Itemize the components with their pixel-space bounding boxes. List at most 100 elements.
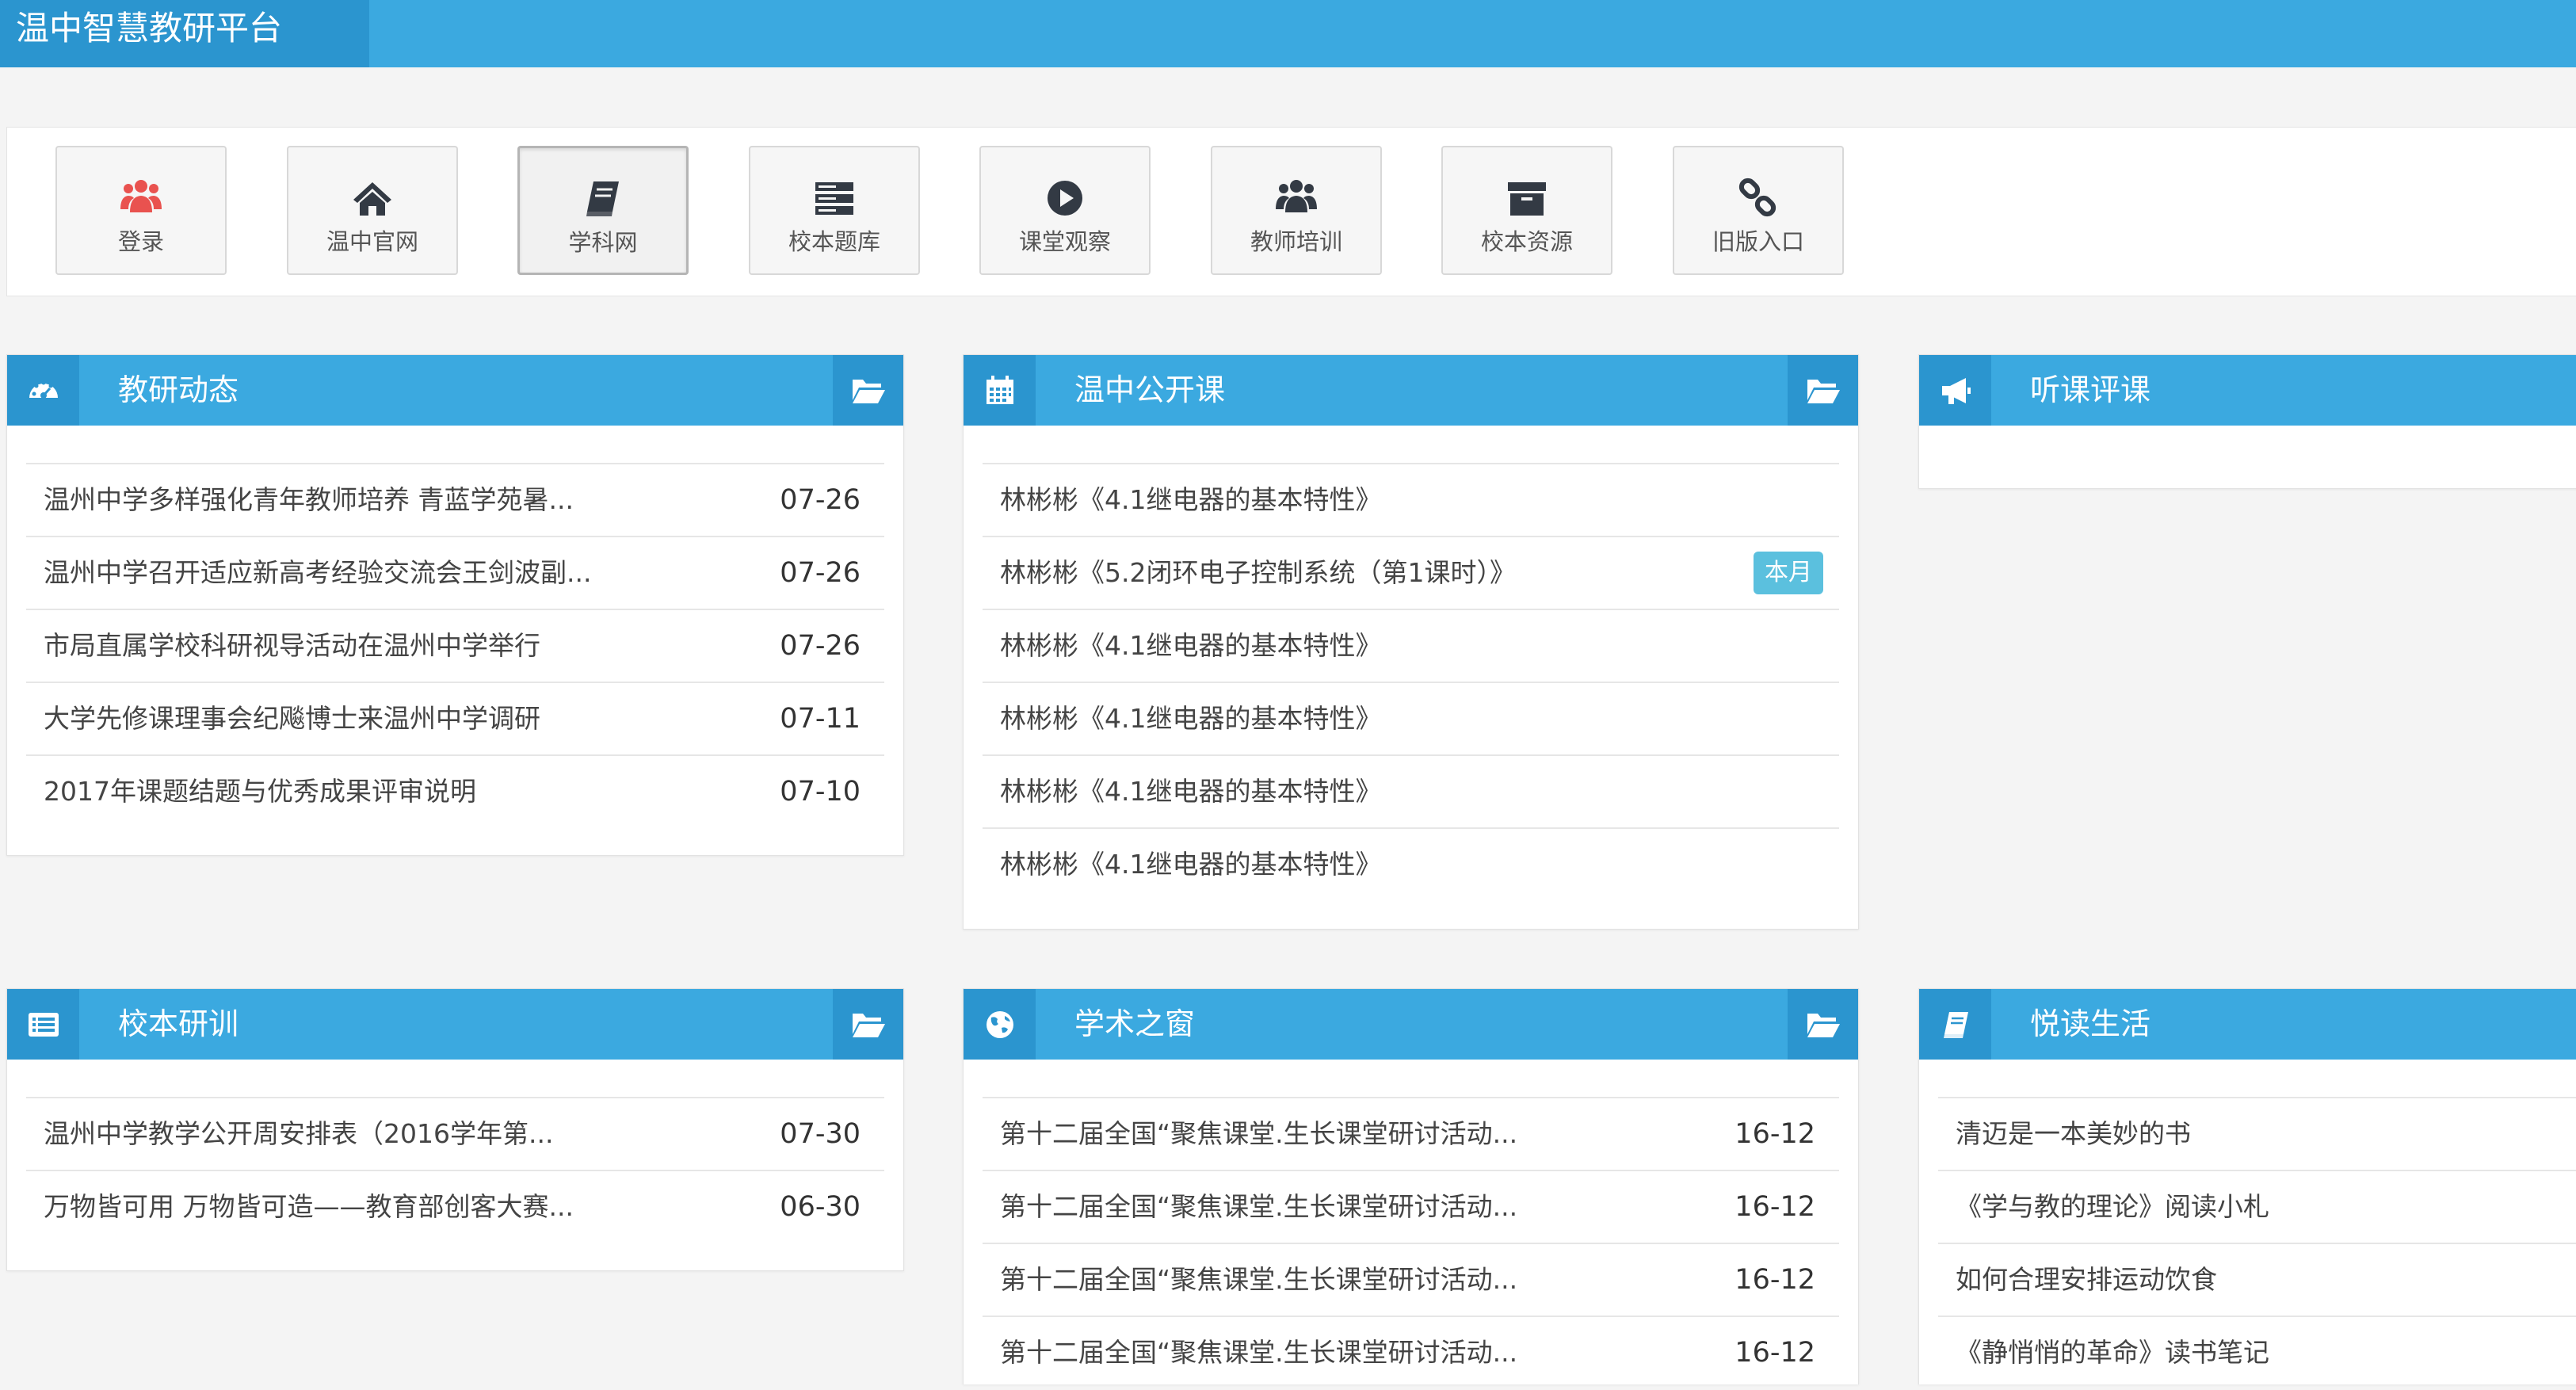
nav-class-observation-button[interactable]: 课堂观察 — [979, 146, 1151, 275]
item-title: 《学与教的理论》阅读小札 — [1956, 1191, 2269, 1222]
panel-title: 悦读生活 — [2030, 1006, 2151, 1041]
academic-list: 第十二届全国“聚焦课堂.生长课堂研讨活动... 16-12 第十二届全国“聚焦课堂… — [983, 1097, 1839, 1390]
nav-label: 旧版入口 — [1712, 228, 1804, 255]
list-item[interactable]: 第十二届全国“聚焦课堂.生长课堂研讨活动... 16-12 — [983, 1317, 1839, 1390]
item-title: 林彬彬《4.1继电器的基本特性》 — [1000, 630, 1382, 661]
panel-header: 教研动态 — [7, 355, 903, 426]
item-title: 温州中学多样强化青年教师培养 青蓝学苑暑... — [44, 484, 574, 515]
panel-header: 悦读生活 — [1919, 989, 2576, 1060]
folder-open-icon[interactable] — [1788, 989, 1858, 1060]
nav-home-button[interactable]: 温中官网 — [287, 146, 458, 275]
item-date: 07-26 — [780, 484, 861, 516]
nav-old-version-button[interactable]: 旧版入口 — [1673, 146, 1844, 275]
list-item[interactable]: 温州中学多样强化青年教师培养 青蓝学苑暑... 07-26 — [26, 464, 884, 537]
open-class-list: 林彬彬《4.1继电器的基本特性》 林彬彬《5.2闭环电子控制系统（第1课时）》 本… — [983, 463, 1839, 902]
archive-icon — [1508, 182, 1546, 216]
item-title: 林彬彬《4.1继电器的基本特性》 — [1000, 484, 1382, 515]
list-item[interactable]: 如何合理安排运动饮食 — [1938, 1244, 2576, 1317]
item-title: 如何合理安排运动饮食 — [1956, 1264, 2217, 1295]
dashboard-icon — [7, 355, 79, 426]
folder-open-icon[interactable] — [1788, 355, 1858, 426]
item-title: 市局直属学校科研视导活动在温州中学举行 — [44, 630, 540, 661]
users-icon — [1276, 180, 1317, 212]
book-icon — [1919, 989, 1991, 1060]
list-alt-icon — [7, 989, 79, 1060]
item-title: 林彬彬《4.1继电器的基本特性》 — [1000, 776, 1382, 807]
link-icon — [1738, 178, 1776, 217]
calendar-icon — [964, 355, 1036, 426]
item-title: 第十二届全国“聚焦课堂.生长课堂研讨活动... — [1000, 1191, 1518, 1222]
panel-open-class: 温中公开课 林彬彬《4.1继电器的基本特性》 林彬彬《5.2闭环电子控制系统（第… — [963, 354, 1859, 930]
item-title: 温州中学教学公开周安排表（2016学年第... — [44, 1118, 554, 1149]
item-title: 万物皆可用 万物皆可造——教育部创客大赛... — [44, 1191, 574, 1222]
list-item[interactable]: 林彬彬《4.1继电器的基本特性》 — [983, 683, 1839, 756]
list-item[interactable]: 林彬彬《4.1继电器的基本特性》 — [983, 464, 1839, 537]
this-month-badge: 本月 — [1754, 552, 1823, 594]
news-list: 温州中学多样强化青年教师培养 青蓝学苑暑... 07-26 温州中学召开适应新高考… — [26, 463, 884, 829]
nav-label: 校本资源 — [1480, 228, 1573, 255]
item-title: 第十二届全国“聚焦课堂.生长课堂研讨活动... — [1000, 1118, 1518, 1149]
globe-icon — [964, 989, 1036, 1060]
top-bar: 温中智慧教研平台 — [0, 0, 2576, 67]
item-title: 第十二届全国“聚焦课堂.生长课堂研讨活动... — [1000, 1337, 1518, 1368]
nav-label: 温中官网 — [326, 228, 418, 255]
item-date: 16-12 — [1735, 1264, 1815, 1296]
nav-label: 课堂观察 — [1018, 228, 1111, 255]
app-title[interactable]: 温中智慧教研平台 — [0, 0, 369, 67]
list-item[interactable]: 市局直属学校科研视导活动在温州中学举行 07-26 — [26, 610, 884, 683]
item-title: 温州中学召开适应新高考经验交流会王剑波副... — [44, 557, 592, 588]
panel-title: 校本研训 — [118, 1006, 239, 1041]
list-item[interactable]: 万物皆可用 万物皆可造——教育部创客大赛... 06-30 — [26, 1171, 884, 1244]
home-icon — [353, 182, 391, 216]
users-icon — [120, 180, 162, 212]
panel-header: 温中公开课 — [964, 355, 1858, 426]
folder-open-icon[interactable] — [833, 355, 903, 426]
nav-label: 教师培训 — [1250, 228, 1342, 255]
nav-school-resources-button[interactable]: 校本资源 — [1441, 146, 1612, 275]
panel-school-training: 校本研训 温州中学教学公开周安排表（2016学年第... 07-30 万物皆可用 … — [6, 988, 904, 1271]
bullhorn-icon — [1919, 355, 1991, 426]
item-date: 07-30 — [780, 1118, 861, 1150]
list-item[interactable]: 温州中学教学公开周安排表（2016学年第... 07-30 — [26, 1098, 884, 1171]
item-date: 06-30 — [780, 1191, 861, 1223]
list-item[interactable]: 林彬彬《4.1继电器的基本特性》 — [983, 610, 1839, 683]
reading-list: 清迈是一本美妙的书 《学与教的理论》阅读小札 如何合理安排运动饮食 《静悄悄的革… — [1938, 1097, 2576, 1390]
list-item[interactable]: 2017年课题结题与优秀成果评审说明 07-10 — [26, 756, 884, 829]
item-date: 07-11 — [780, 703, 861, 735]
panel-header: 学术之窗 — [964, 989, 1858, 1060]
item-title: 大学先修课理事会纪飚博士来温州中学调研 — [44, 703, 540, 734]
list-item[interactable]: 林彬彬《5.2闭环电子控制系统（第1课时）》 本月 — [983, 537, 1839, 610]
panel-title: 温中公开课 — [1074, 372, 1226, 407]
panel-title: 听课评课 — [2030, 372, 2151, 407]
list-item[interactable]: 林彬彬《4.1继电器的基本特性》 — [983, 829, 1839, 902]
nav-label: 校本题库 — [788, 228, 880, 255]
folder-open-icon[interactable] — [833, 989, 903, 1060]
item-date: 16-12 — [1735, 1337, 1815, 1369]
play-circle-icon — [1048, 181, 1082, 216]
item-title: 林彬彬《5.2闭环电子控制系统（第1课时）》 — [1000, 557, 1516, 588]
item-date: 07-10 — [780, 776, 861, 808]
list-item[interactable]: 第十二届全国“聚焦课堂.生长课堂研讨活动... 16-12 — [983, 1098, 1839, 1171]
panel-lesson-review: 听课评课 — [1918, 354, 2576, 489]
item-title: 第十二届全国“聚焦课堂.生长课堂研讨活动... — [1000, 1264, 1518, 1295]
item-date: 07-26 — [780, 630, 861, 662]
list-item[interactable]: 大学先修课理事会纪飚博士来温州中学调研 07-11 — [26, 683, 884, 756]
panel-reading-life: 悦读生活 清迈是一本美妙的书 《学与教的理论》阅读小札 如何合理安排运动饮食 《… — [1918, 988, 2576, 1384]
item-date: 07-26 — [780, 557, 861, 589]
list-item[interactable]: 第十二届全国“聚焦课堂.生长课堂研讨活动... 16-12 — [983, 1171, 1839, 1244]
nav-teacher-training-button[interactable]: 教师培训 — [1211, 146, 1382, 275]
nav-question-bank-button[interactable]: 校本题库 — [749, 146, 920, 275]
list-item[interactable]: 清迈是一本美妙的书 — [1938, 1098, 2576, 1171]
book-icon — [586, 181, 619, 216]
panel-title: 教研动态 — [118, 372, 239, 407]
nav-subject-button[interactable]: 学科网 — [517, 146, 689, 275]
nav-label: 登录 — [117, 228, 164, 255]
nav-login-button[interactable]: 登录 — [55, 146, 227, 275]
list-item[interactable]: 第十二届全国“聚焦课堂.生长课堂研讨活动... 16-12 — [983, 1244, 1839, 1317]
item-date: 16-12 — [1735, 1191, 1815, 1223]
list-item[interactable]: 《学与教的理论》阅读小札 — [1938, 1171, 2576, 1244]
list-item[interactable]: 温州中学召开适应新高考经验交流会王剑波副... 07-26 — [26, 537, 884, 610]
nav-label: 学科网 — [568, 229, 638, 256]
list-item[interactable]: 林彬彬《4.1继电器的基本特性》 — [983, 756, 1839, 829]
list-item[interactable]: 《静悄悄的革命》读书笔记 — [1938, 1317, 2576, 1390]
